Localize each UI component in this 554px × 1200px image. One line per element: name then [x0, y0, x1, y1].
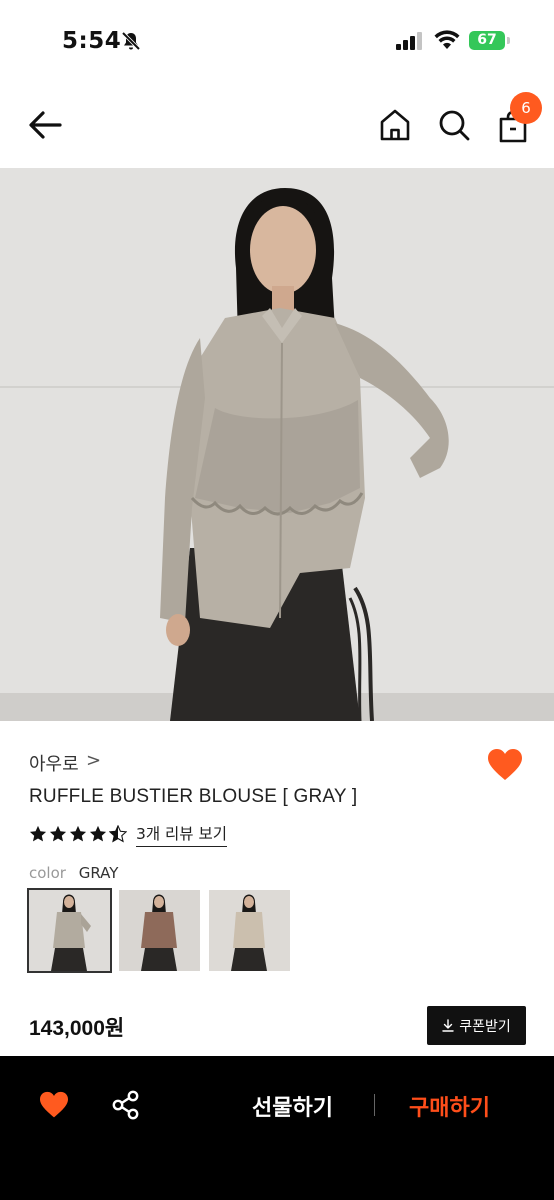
top-navigation: 6: [0, 84, 554, 168]
star-full-icon: [49, 825, 67, 842]
color-row: color GRAY: [29, 864, 118, 882]
coupon-download-button[interactable]: 쿠폰받기: [427, 1006, 526, 1045]
brand-chevron-icon[interactable]: >: [86, 750, 101, 771]
color-swatch-brown[interactable]: [119, 890, 200, 971]
download-icon: [442, 1019, 454, 1032]
color-swatch-gray[interactable]: [27, 888, 112, 973]
wifi-icon: [434, 30, 460, 49]
star-full-icon: [89, 825, 107, 842]
product-photo: [0, 168, 554, 721]
review-link[interactable]: 3개 리뷰 보기: [136, 822, 228, 847]
battery-indicator: 67: [469, 31, 505, 50]
home-icon[interactable]: [378, 108, 412, 142]
swatch-gray-thumbnail: [29, 890, 110, 971]
product-main-image[interactable]: [0, 168, 554, 721]
status-bar: 5:54 67: [0, 0, 554, 84]
star-half-icon: [109, 825, 127, 843]
color-swatch-beige[interactable]: [209, 890, 290, 971]
color-value: GRAY: [78, 864, 119, 882]
bottom-bar-divider: [374, 1094, 375, 1116]
heart-icon[interactable]: [487, 748, 523, 782]
status-time: 5:54: [62, 28, 122, 54]
swatch-beige-thumbnail: [209, 890, 290, 971]
battery-tip: [507, 37, 510, 44]
gift-button[interactable]: 선물하기: [252, 1090, 333, 1122]
color-label: color: [29, 864, 66, 882]
swatch-brown-thumbnail: [119, 890, 200, 971]
coupon-label: 쿠폰받기: [459, 1018, 511, 1035]
product-price: 143,000원: [29, 1017, 125, 1040]
buy-button[interactable]: 구매하기: [409, 1090, 490, 1122]
wishlist-heart-icon[interactable]: [39, 1091, 69, 1119]
back-arrow-icon[interactable]: [26, 108, 64, 142]
star-full-icon: [29, 825, 47, 842]
rating-row: 3개 리뷰 보기: [29, 822, 228, 847]
cellular-signal-icon: [396, 32, 422, 50]
search-icon[interactable]: [437, 108, 471, 142]
star-full-icon: [69, 825, 87, 842]
bottom-action-bar: 선물하기 구매하기: [0, 1056, 554, 1200]
share-icon[interactable]: [112, 1090, 140, 1120]
cart-count-badge: 6: [510, 92, 542, 124]
product-title: RUFFLE BUSTIER BLOUSE [ GRAY ]: [29, 786, 358, 807]
bell-muted-icon: [121, 31, 141, 51]
brand-name[interactable]: 아우로: [29, 750, 79, 776]
